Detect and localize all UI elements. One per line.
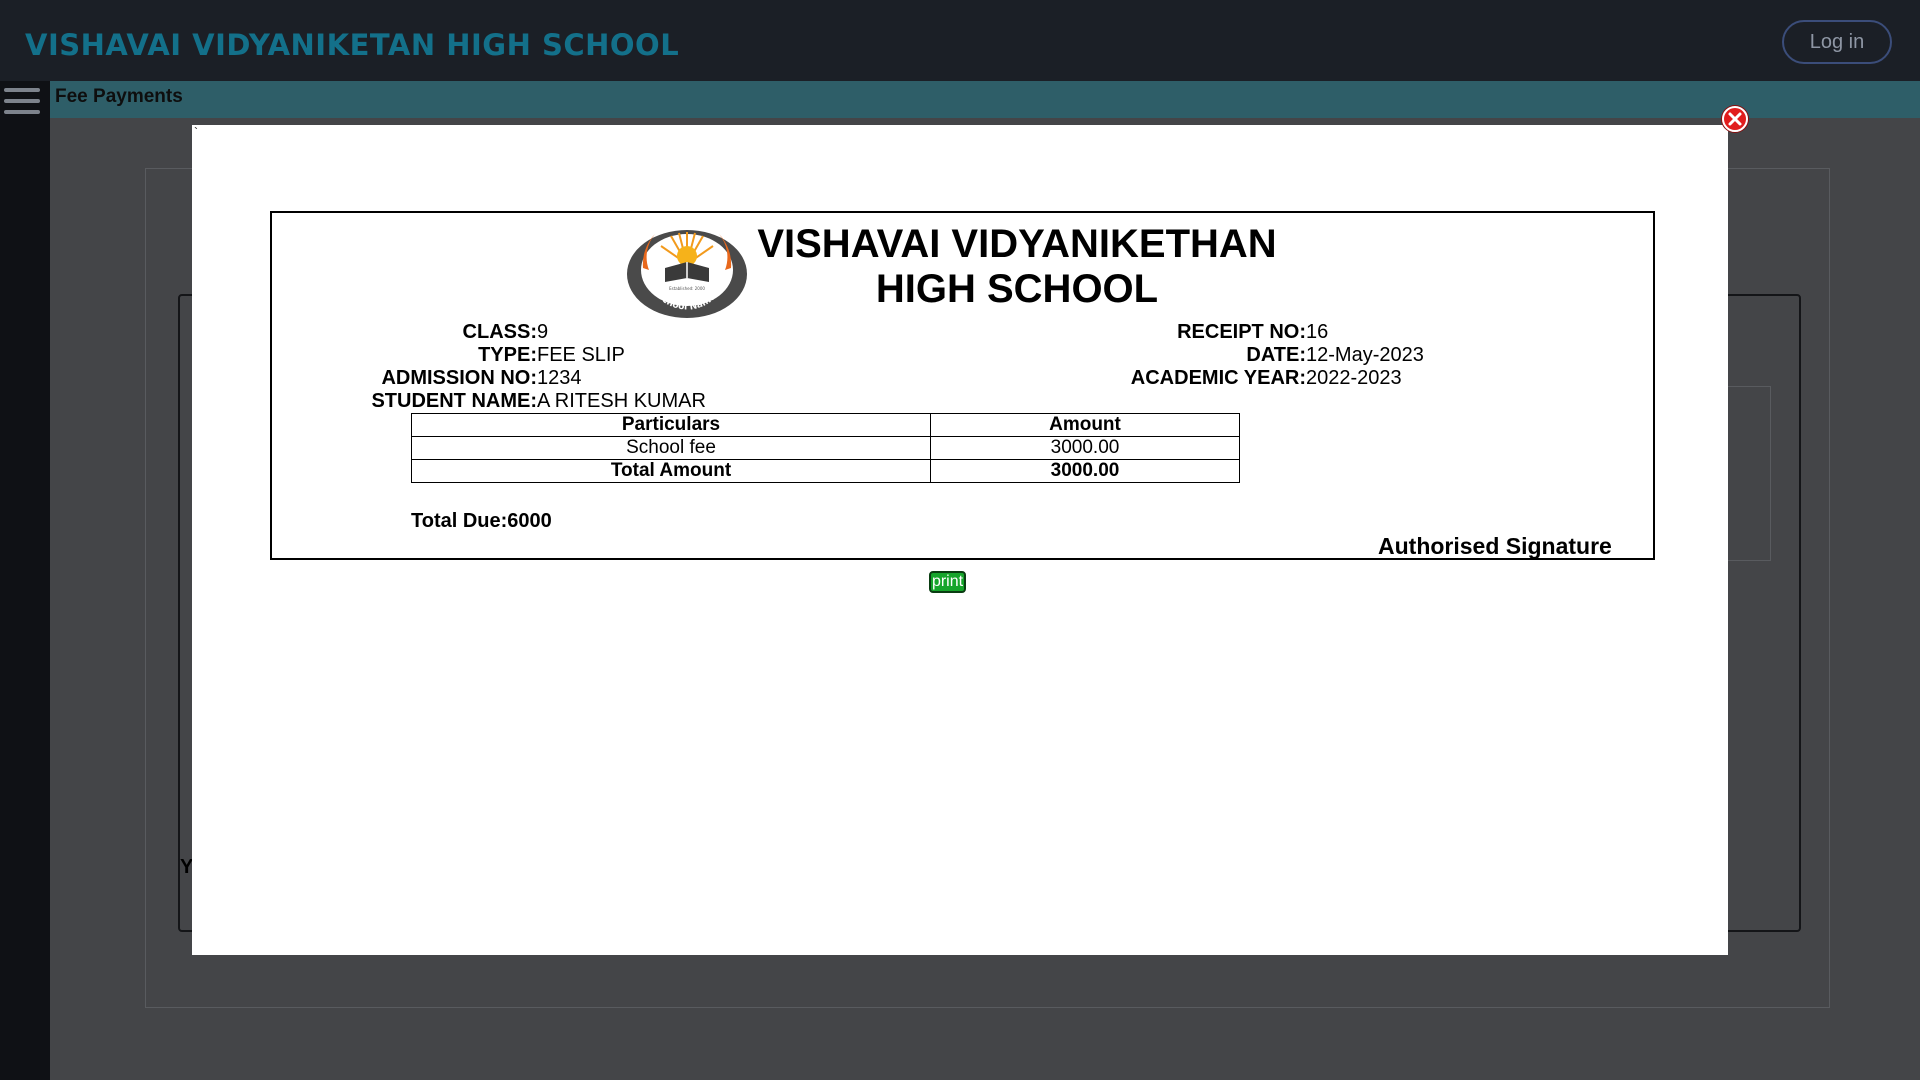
top-navbar: VISHAVAI VIDYANIKETAN HIGH SCHOOL Log in: [0, 0, 1920, 81]
cell-total-label: Total Amount: [411, 459, 931, 483]
svg-text:Established: 2000: Established: 2000: [669, 286, 705, 291]
page-header: Fee Payments: [50, 81, 1920, 118]
cell-particular: School fee: [411, 436, 931, 460]
info-academic-year: ACADEMIC YEAR:2022-2023: [1130, 367, 1402, 389]
background-inner-box: [1727, 386, 1771, 561]
fee-receipt: Your School Name Here Established: 2000 …: [270, 211, 1655, 560]
total-due: Total Due:6000: [411, 510, 552, 532]
info-type: TYPE:FEE SLIP: [478, 344, 625, 366]
authorised-signature: Authorised Signature: [1378, 533, 1612, 559]
table-header-row: Particulars Amount: [411, 413, 1240, 437]
school-brand-title[interactable]: VISHAVAI VIDYANIKETAN HIGH SCHOOL: [25, 28, 679, 62]
modal-stray-char: `: [194, 125, 198, 139]
close-modal-button[interactable]: [1722, 106, 1748, 132]
table-row: School fee 3000.00: [411, 436, 1240, 460]
print-button[interactable]: print: [929, 571, 966, 593]
cell-total-amount: 3000.00: [930, 459, 1240, 483]
cell-amount: 3000.00: [930, 436, 1240, 460]
school-name-line1: VISHAVAI VIDYANIKETHAN: [757, 222, 1277, 266]
fee-table: Particulars Amount School fee 3000.00 To…: [411, 413, 1240, 483]
info-student-name: STUDENT NAME:A RITESH KUMAR: [371, 390, 706, 412]
page-title: Fee Payments: [55, 86, 183, 107]
column-header-amount: Amount: [930, 413, 1240, 437]
info-receipt-no: RECEIPT NO:16: [1177, 321, 1329, 343]
column-header-particulars: Particulars: [411, 413, 931, 437]
school-name-line2: HIGH SCHOOL: [875, 267, 1159, 311]
sidebar: [0, 81, 50, 1080]
login-button[interactable]: Log in: [1782, 20, 1892, 64]
info-class: CLASS:9: [462, 321, 549, 343]
table-total-row: Total Amount 3000.00: [411, 459, 1240, 483]
info-admission-no: ADMISSION NO:1234: [381, 367, 582, 389]
hamburger-menu-icon[interactable]: [4, 88, 40, 118]
school-logo: Your School Name Here Established: 2000: [625, 220, 747, 318]
close-icon: [1728, 112, 1742, 126]
info-date: DATE:12-May-2023: [1246, 344, 1424, 366]
school-name-heading: VISHAVAI VIDYANIKETHAN HIGH SCHOOL: [737, 222, 1297, 312]
